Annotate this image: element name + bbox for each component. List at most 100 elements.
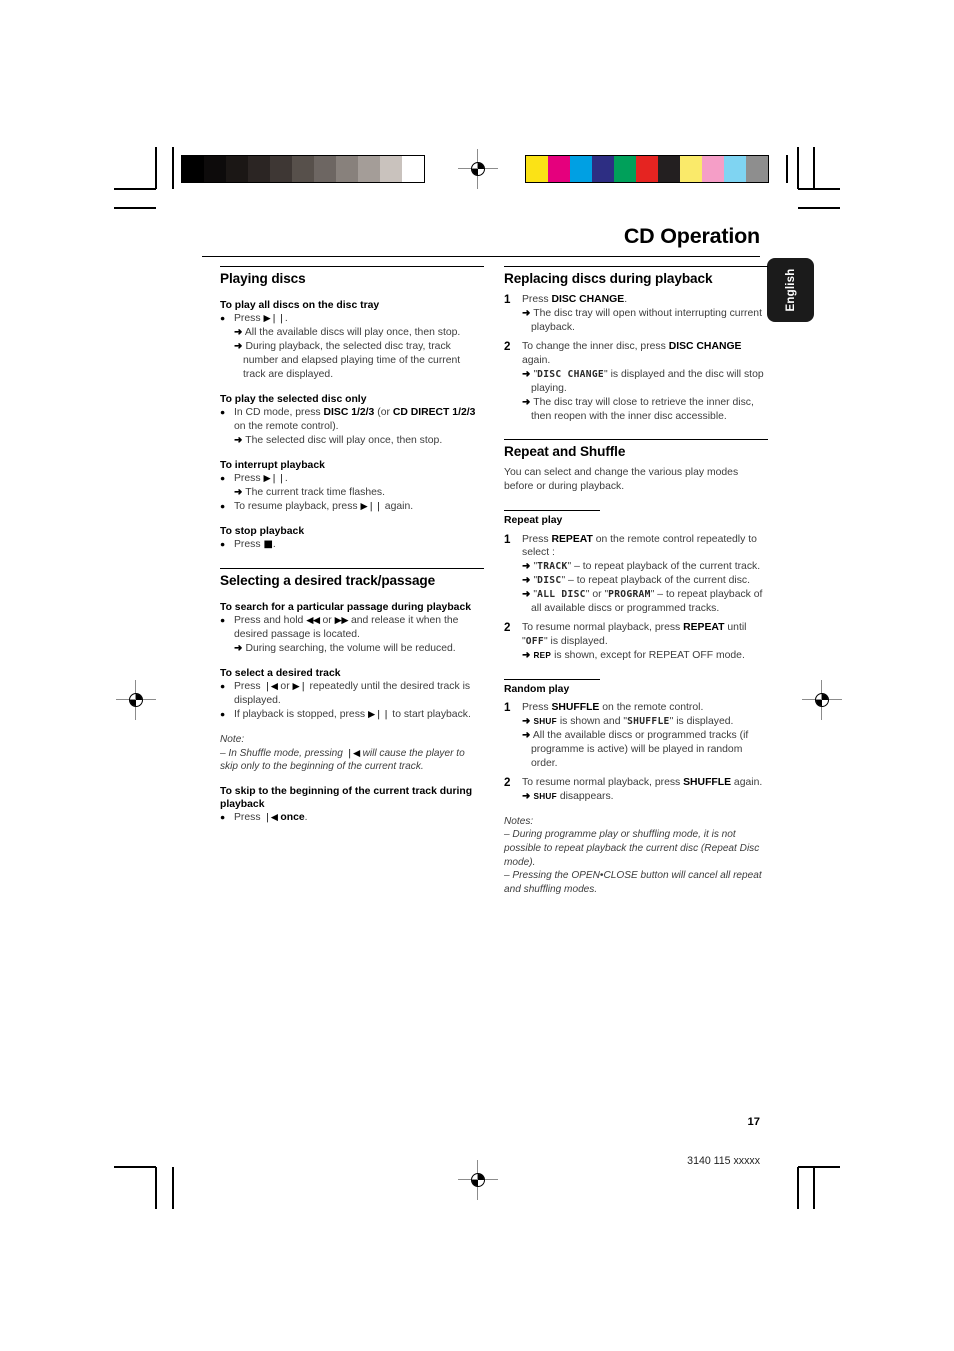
language-tab: English <box>767 258 814 322</box>
instruction-text: If playback is stopped, press ▶❘❘ to sta… <box>234 709 471 721</box>
instruction-bullet: ● Press ❘◀ or ▶❘ repeatedly until the de… <box>220 680 484 708</box>
instruction-bullet: ● Press ■. <box>220 538 484 552</box>
arrow-icon: ➜ <box>234 341 243 353</box>
note-label: Note: <box>220 734 245 746</box>
arrow-icon: ➜ <box>522 589 531 601</box>
bullet-icon: ● <box>220 539 226 550</box>
footer-document-code: 3140 115 xxxxx <box>687 1155 760 1167</box>
result-text: ➜ SHUF is shown and "SHUFFLE" is display… <box>522 716 734 728</box>
bullet-icon: ● <box>220 709 226 720</box>
section-heading: Replacing discs during playback <box>504 271 713 286</box>
bullet-icon: ● <box>220 500 226 511</box>
instruction-text: Press ▶❘❘. <box>234 473 288 485</box>
step-text: To change the inner disc, press DISC CHA… <box>522 340 742 366</box>
numbered-step: 1 Press DISC CHANGE. ➜ The disc tray wil… <box>504 293 768 335</box>
play-pause-icon: ▶❘❘ <box>263 473 285 485</box>
step-number: 1 <box>504 532 511 546</box>
arrow-icon: ➜ <box>522 650 531 662</box>
result-text: ➜ "TRACK" – to repeat playback of the cu… <box>522 561 761 573</box>
section-heading: Repeat and Shuffle <box>504 444 626 460</box>
arrow-icon: ➜ <box>522 730 531 742</box>
title-divider <box>202 256 760 258</box>
bullet-icon: ● <box>220 812 226 823</box>
result-text: ➜ "ALL DISC" or "PROGRAM" – to repeat pl… <box>522 589 763 615</box>
section-selecting-track: Selecting a desired track/passage <box>220 568 484 588</box>
instruction-text: Press and hold ◀◀ or ▶▶ and release it w… <box>234 615 459 641</box>
section-playing-discs: Playing discs <box>220 266 484 286</box>
arrow-icon: ➜ <box>522 561 531 573</box>
result-text: ➜ "DISC CHANGE" is displayed and the dis… <box>522 368 764 394</box>
numbered-step: 2 To change the inner disc, press DISC C… <box>504 340 768 424</box>
subheading-search-passage: To search for a particular passage durin… <box>220 602 471 614</box>
section-repeat-shuffle: Repeat and Shuffle <box>504 439 768 459</box>
instruction-bullet: ● Press ▶❘❘. ➜ All the available discs w… <box>220 312 484 382</box>
subsection-divider <box>504 678 600 680</box>
bullet-icon: ● <box>220 473 226 484</box>
arrow-icon: ➜ <box>522 790 531 802</box>
bullet-icon: ● <box>220 313 226 324</box>
instruction-text: Press ▶❘❘. <box>234 313 288 325</box>
instruction-bullet: ● Press and hold ◀◀ or ▶▶ and release it… <box>220 614 484 656</box>
section-replacing-discs: Replacing discs during playback <box>504 266 768 286</box>
next-track-icon: ▶❘ <box>292 681 308 693</box>
stop-icon: ■ <box>263 539 273 551</box>
notes-label: Notes: <box>504 815 534 827</box>
subheading-play-selected-disc: To play the selected disc only <box>220 393 367 405</box>
left-column: Playing discs To play all discs on the d… <box>220 266 484 825</box>
subheading-stop-playback: To stop playback <box>220 525 305 537</box>
lcd-display-text: TRACK <box>537 561 568 573</box>
result-text: ➜ SHUF disappears. <box>522 790 614 802</box>
arrow-icon: ➜ <box>522 716 531 728</box>
numbered-step: 2 To resume normal playback, press SHUFF… <box>504 776 768 804</box>
result-text: ➜ The selected disc will play once, then… <box>234 434 443 446</box>
page-title: CD Operation <box>623 224 760 248</box>
fast-forward-icon: ▶▶ <box>334 615 349 627</box>
lcd-display-text: DISC <box>537 575 562 587</box>
subheading-play-all-discs: To play all discs on the disc tray <box>220 300 380 311</box>
arrow-icon: ➜ <box>522 307 531 319</box>
section-heading: Selecting a desired track/passage <box>220 573 436 589</box>
lcd-display-text: SHUFFLE <box>627 716 670 728</box>
language-tab-label: English <box>784 268 797 312</box>
subsection-divider <box>504 510 600 512</box>
right-column: Replacing discs during playback 1 Press … <box>504 266 768 896</box>
subheading-select-track: To select a desired track <box>220 668 341 680</box>
step-number: 2 <box>504 621 511 635</box>
result-text: ➜ All the available discs will play once… <box>234 327 461 339</box>
result-text: ➜ The disc tray will open without interr… <box>522 307 762 333</box>
lcd-display-text: PROGRAM <box>608 589 651 601</box>
arrow-icon: ➜ <box>234 327 243 339</box>
bullet-icon: ● <box>220 407 226 418</box>
section-heading: Playing discs <box>220 271 306 286</box>
subheading-interrupt-playback: To interrupt playback <box>220 459 325 471</box>
step-text: Press DISC CHANGE. <box>522 294 628 305</box>
shuf-indicator-label: SHUF <box>533 791 557 801</box>
rewind-icon: ◀◀ <box>306 615 320 627</box>
play-pause-icon: ▶❘❘ <box>263 313 285 325</box>
note-text: – During programme play or shuffling mod… <box>504 829 760 868</box>
numbered-step: 1 Press REPEAT on the remote control rep… <box>504 533 768 617</box>
arrow-icon: ➜ <box>522 396 531 408</box>
step-number: 2 <box>504 775 511 789</box>
result-text: ➜ The current track time flashes. <box>234 487 385 499</box>
step-text: Press REPEAT on the remote control repea… <box>522 533 757 559</box>
arrow-icon: ➜ <box>234 434 243 446</box>
instruction-bullet: ● Press ❘◀ once. <box>220 811 484 825</box>
step-number: 2 <box>504 339 511 353</box>
subheading-skip-to-beginning: To skip to the beginning of the current … <box>220 786 473 811</box>
result-text: ➜ "DISC" – to repeat playback of the cur… <box>522 575 750 587</box>
result-text: ➜ REP is shown, except for REPEAT OFF mo… <box>522 650 745 662</box>
instruction-text: Press ❘◀ once. <box>234 812 308 824</box>
step-text: Press SHUFFLE on the remote control. <box>522 702 704 714</box>
play-pause-icon: ▶❘❘ <box>368 709 390 721</box>
arrow-icon: ➜ <box>522 368 531 380</box>
manual-page: CD Operation English Playing discs To pl… <box>0 0 954 1351</box>
page-number: 17 <box>747 1116 760 1128</box>
instruction-bullet: ● Press ▶❘❘. ➜ The current track time fl… <box>220 472 484 500</box>
lcd-display-text: OFF <box>525 636 544 648</box>
instruction-bullet: ● If playback is stopped, press ▶❘❘ to s… <box>220 708 484 722</box>
step-number: 1 <box>504 701 511 715</box>
instruction-bullet: ● To resume playback, press ▶❘❘ again. <box>220 500 484 514</box>
lcd-display-text: DISC CHANGE <box>537 368 604 380</box>
note-text: – In Shuffle mode, pressing ❘◀ will caus… <box>220 747 465 773</box>
